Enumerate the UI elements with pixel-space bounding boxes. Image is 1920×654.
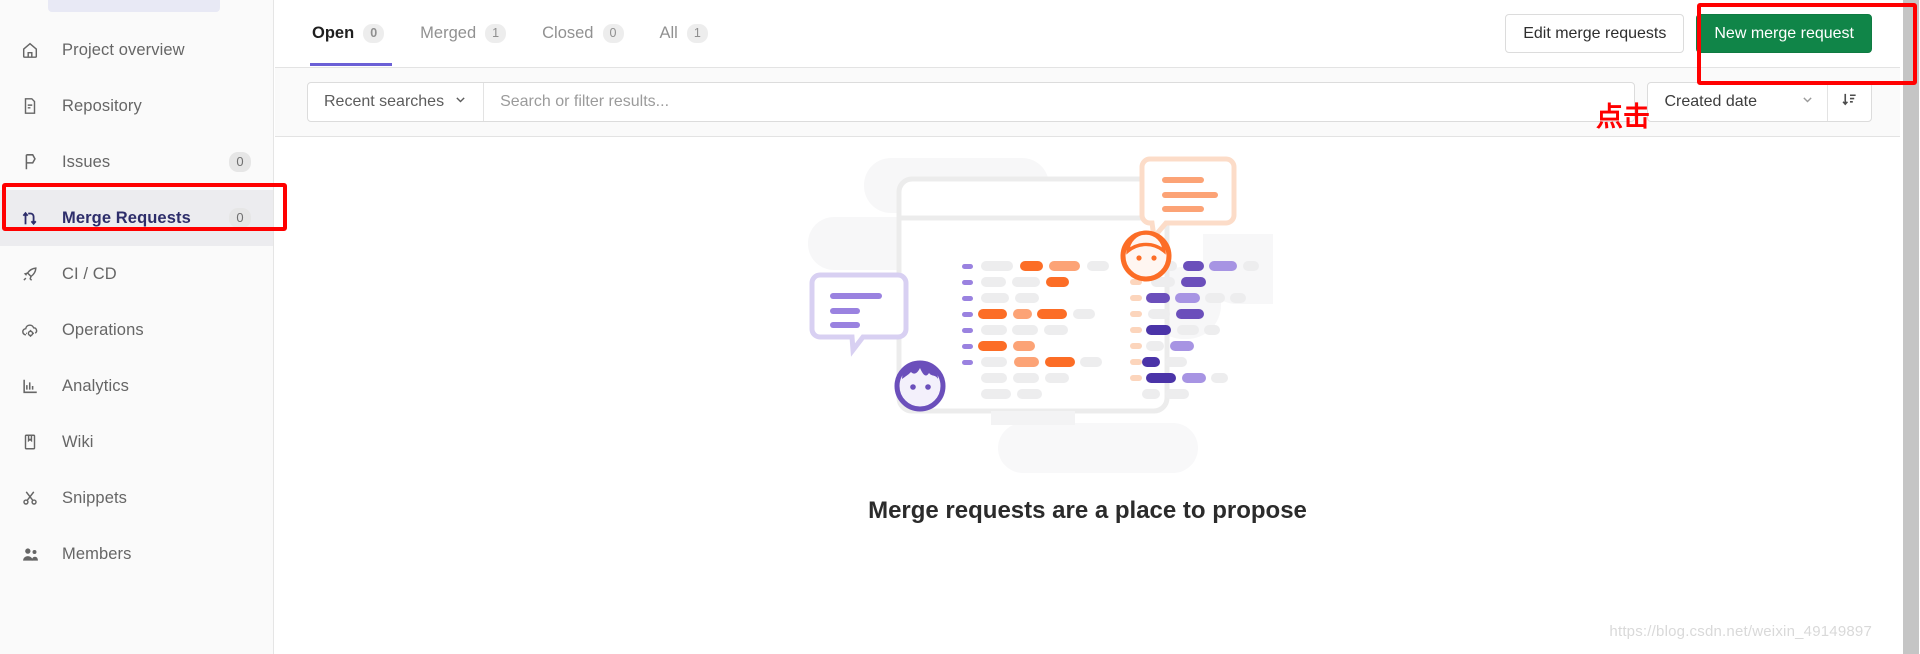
recent-searches-dropdown[interactable]: Recent searches [308, 83, 485, 121]
tab-closed[interactable]: Closed 0 [524, 0, 641, 66]
watermark-text: https://blog.csdn.net/weixin_49149897 [1609, 623, 1872, 640]
toolbar-actions: Edit merge requests New merge request [1505, 0, 1872, 53]
empty-state-title: Merge requests are a place to propose [868, 497, 1307, 524]
sort-direction-toggle[interactable] [1827, 83, 1871, 121]
sort-descending-icon [1841, 91, 1858, 113]
sidebar-item-merge-requests[interactable]: Merge Requests 0 [0, 190, 273, 246]
sidebar-item-operations[interactable]: Operations [0, 302, 273, 358]
tab-label: Closed [542, 23, 594, 42]
sidebar-item-label: Analytics [62, 376, 129, 395]
sidebar-item-wiki[interactable]: Wiki [0, 414, 273, 470]
tab-open[interactable]: Open 0 [310, 0, 402, 66]
tab-label: Merged [420, 23, 477, 42]
edit-merge-requests-button[interactable]: Edit merge requests [1505, 14, 1685, 53]
sort-by-dropdown[interactable]: Created date [1648, 83, 1827, 121]
gitlab-merge-requests-page: Project overview Repository Issues 0 Mer… [0, 0, 1920, 654]
sidebar-item-members[interactable]: Members [0, 526, 273, 582]
people-icon [20, 544, 40, 564]
sort-controls: Created date [1647, 82, 1872, 122]
tab-label: All [659, 23, 678, 42]
sidebar-item-label: Snippets [62, 488, 128, 507]
sidebar-item-issues[interactable]: Issues 0 [0, 134, 273, 190]
main-content: Open 0 Merged 1 Closed 0 All 1 Edit merg… [275, 0, 1900, 654]
file-icon [20, 96, 40, 116]
issues-count-badge: 0 [229, 152, 251, 172]
sidebar-item-ci-cd[interactable]: CI / CD [0, 246, 273, 302]
rocket-icon [20, 264, 40, 284]
state-tabs: Open 0 Merged 1 Closed 0 All 1 [310, 0, 726, 66]
sidebar-item-analytics[interactable]: Analytics [0, 358, 273, 414]
sort-by-label: Created date [1664, 93, 1757, 110]
merge-requests-count-badge: 0 [229, 208, 251, 228]
tab-label: Open [312, 23, 355, 42]
sidebar-item-label: Merge Requests [62, 208, 191, 227]
sidebar-item-project-overview[interactable]: Project overview [0, 22, 273, 78]
filter-bar: Recent searches Created date [275, 68, 1900, 137]
page-scrollbar-thumb[interactable] [1903, 0, 1919, 654]
issue-icon [20, 152, 40, 172]
tab-badge: 1 [686, 23, 708, 43]
scissors-icon [20, 488, 40, 508]
merge-request-illustration [807, 151, 1368, 481]
merge-requests-tabs-bar: Open 0 Merged 1 Closed 0 All 1 Edit merg… [275, 0, 1900, 68]
home-icon [20, 40, 40, 60]
cloud-gear-icon [20, 320, 40, 340]
new-merge-request-button[interactable]: New merge request [1696, 14, 1872, 53]
sidebar-nav-list: Project overview Repository Issues 0 Mer… [0, 22, 273, 582]
book-icon [20, 432, 40, 452]
chevron-down-icon [1801, 93, 1814, 111]
chevron-down-icon [454, 93, 467, 111]
sidebar-item-label: Members [62, 544, 132, 563]
merge-icon [20, 208, 40, 228]
chart-icon [20, 376, 40, 396]
sidebar-project-header-stub [48, 0, 220, 12]
tab-badge: 1 [485, 23, 507, 43]
sidebar-item-label: Operations [62, 320, 144, 339]
page-scrollbar-track[interactable] [1900, 0, 1920, 654]
tab-badge: 0 [363, 23, 385, 43]
tab-all[interactable]: All 1 [642, 0, 726, 66]
empty-state: Merge requests are a place to propose [275, 137, 1900, 527]
tab-merged[interactable]: Merged 1 [402, 0, 524, 66]
project-sidebar: Project overview Repository Issues 0 Mer… [0, 0, 274, 654]
sidebar-item-label: CI / CD [62, 264, 117, 283]
sidebar-item-label: Wiki [62, 432, 94, 451]
tab-badge: 0 [602, 23, 624, 43]
search-filter-box: Recent searches [307, 82, 1636, 122]
search-input[interactable] [484, 83, 1635, 121]
sidebar-item-label: Issues [62, 152, 111, 171]
sidebar-item-repository[interactable]: Repository [0, 78, 273, 134]
recent-searches-label: Recent searches [324, 93, 445, 110]
sidebar-item-label: Repository [62, 96, 142, 115]
sidebar-item-snippets[interactable]: Snippets [0, 470, 273, 526]
sidebar-item-label: Project overview [62, 40, 185, 59]
